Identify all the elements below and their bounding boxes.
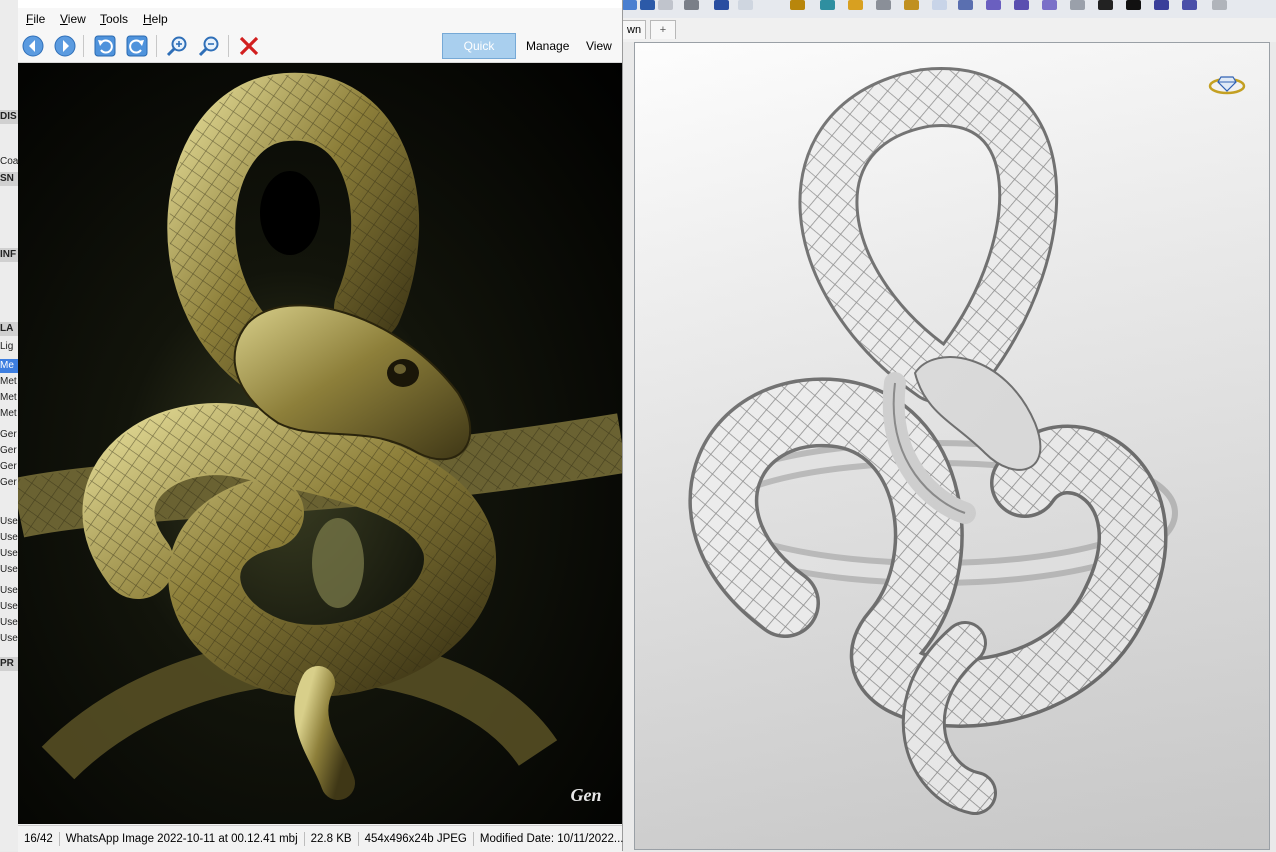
menu-tools[interactable]: Tools [100, 12, 128, 26]
tool-icon[interactable] [1126, 0, 1141, 10]
tool-icon[interactable] [790, 0, 805, 10]
left-panel-item[interactable]: DIS [0, 110, 18, 124]
tab-add-button[interactable]: + [650, 20, 676, 39]
viewer-toolbar: Quick View Manage View [18, 30, 622, 77]
cad-tab-bar: wn + [622, 18, 1276, 42]
left-panel-item[interactable]: Ger [0, 444, 18, 458]
left-panel-item[interactable]: Use [0, 616, 18, 630]
status-modified-date: Modified Date: 10/11/2022... [479, 833, 624, 845]
menu-view[interactable]: View [60, 12, 86, 26]
3d-viewport[interactable] [634, 42, 1270, 850]
watermark-text: Gen [571, 785, 602, 805]
left-panel-item[interactable]: Use [0, 547, 18, 561]
tool-icon[interactable] [932, 0, 947, 10]
tool-icon[interactable] [848, 0, 863, 10]
tool-icon[interactable] [958, 0, 973, 10]
rotate-right-button[interactable] [124, 33, 150, 59]
left-panel-item[interactable]: Ger [0, 428, 18, 442]
tool-icon[interactable] [1014, 0, 1029, 10]
tool-icon[interactable] [1098, 0, 1113, 10]
left-panel-item[interactable]: Use [0, 515, 18, 529]
left-panel-item[interactable]: Use [0, 600, 18, 614]
tool-icon[interactable] [1212, 0, 1227, 10]
left-panel-item[interactable]: Met [0, 407, 18, 421]
tool-icon[interactable] [876, 0, 891, 10]
tool-icon[interactable] [1182, 0, 1197, 10]
rotate-left-icon [94, 35, 116, 57]
rotate-left-button[interactable] [92, 33, 118, 59]
image-viewer-window: File View Tools Help Quick Manage View G… [18, 0, 624, 852]
left-panel-item[interactable]: Ger [0, 476, 18, 490]
tab-viewport[interactable]: wn [622, 20, 646, 39]
left-panel-item[interactable]: SN [0, 172, 18, 186]
left-panel-item[interactable]: Use [0, 531, 18, 545]
tool-icon[interactable] [904, 0, 919, 10]
image-display-area[interactable]: Gen [18, 63, 622, 824]
cad-toolbar [622, 0, 1276, 19]
left-panel-item[interactable]: Me [0, 359, 18, 373]
snake-ring-3d-model [635, 43, 1269, 849]
menu-bar: File View Tools Help [18, 8, 622, 30]
tool-icon[interactable] [622, 0, 637, 10]
left-panel-item[interactable]: INF [0, 248, 18, 262]
cad-left-panel: DIS Coa SN INF LA Lig Me Met Met Met Ger Ger Ger Ger U… [0, 0, 19, 851]
tool-icon[interactable] [1042, 0, 1057, 10]
tool-icon[interactable] [658, 0, 673, 10]
zoom-in-icon [166, 36, 187, 57]
left-panel-item[interactable]: LA [0, 322, 18, 336]
status-position: 16/42 [18, 832, 60, 846]
tool-icon[interactable] [714, 0, 729, 10]
left-panel-item[interactable]: Coa [0, 155, 18, 169]
left-panel-item[interactable]: Ger [0, 460, 18, 474]
status-filename: WhatsApp Image 2022-10-11 at 00.12.41 mb… [60, 832, 305, 846]
rotate-right-icon [126, 35, 148, 57]
zoom-out-button[interactable] [196, 33, 222, 59]
view-mode-button[interactable]: View [578, 33, 620, 59]
next-image-button[interactable] [52, 33, 78, 59]
left-panel-item[interactable]: Met [0, 375, 18, 389]
menu-help[interactable]: Help [143, 12, 168, 26]
status-bar: 16/42 WhatsApp Image 2022-10-11 at 00.12… [18, 825, 624, 852]
arrow-right-icon [54, 35, 76, 57]
status-file-size: 22.8 KB [305, 832, 359, 846]
left-panel-item[interactable]: Lig [0, 340, 18, 354]
left-panel-item[interactable]: Use [0, 584, 18, 598]
manage-button[interactable]: Manage [518, 33, 577, 59]
left-panel-item[interactable]: Use [0, 632, 18, 646]
zoom-out-icon [198, 36, 219, 57]
tool-icon[interactable] [684, 0, 699, 10]
tool-icon[interactable] [640, 0, 655, 10]
previous-image-button[interactable] [20, 33, 46, 59]
left-panel-item[interactable]: Met [0, 391, 18, 405]
left-panel-item[interactable]: Use [0, 563, 18, 577]
tool-icon[interactable] [820, 0, 835, 10]
tool-icon[interactable] [1070, 0, 1085, 10]
delete-button[interactable] [236, 33, 262, 59]
tool-icon[interactable] [1154, 0, 1169, 10]
status-dimensions: 454x496x24b JPEG [359, 832, 474, 846]
tool-icon[interactable] [738, 0, 753, 10]
snake-ring-photo: Gen [18, 63, 622, 824]
arrow-left-icon [22, 35, 44, 57]
quick-view-button[interactable]: Quick View [442, 33, 516, 77]
menu-file[interactable]: File [26, 12, 45, 26]
title-bar [18, 0, 622, 8]
left-panel-item[interactable]: PR [0, 657, 18, 671]
tool-icon[interactable] [986, 0, 1001, 10]
close-icon [239, 36, 259, 56]
zoom-in-button[interactable] [164, 33, 190, 59]
